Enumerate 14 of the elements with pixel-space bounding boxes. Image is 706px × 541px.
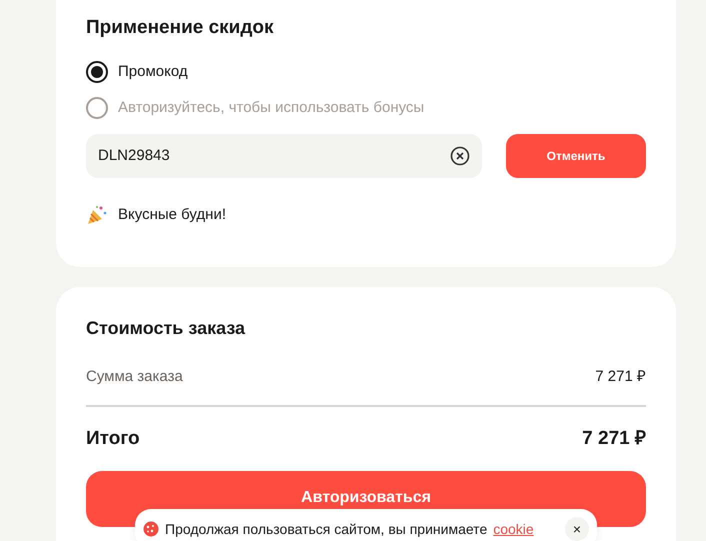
total-value: 7 271 ₽ bbox=[582, 426, 646, 450]
applied-promo-text: Вкусные будни! bbox=[118, 204, 226, 224]
promo-code-field[interactable]: DLN29843 bbox=[86, 134, 482, 178]
subtotal-label: Сумма заказа bbox=[86, 367, 183, 387]
total-label: Итого bbox=[86, 426, 140, 450]
cookie-icon bbox=[143, 521, 159, 537]
radio-option[interactable]: Промокод bbox=[86, 60, 188, 83]
section-title: Применение скидок bbox=[86, 16, 275, 40]
close-button[interactable]: × bbox=[565, 517, 589, 541]
section-title: Стоимость заказа bbox=[86, 317, 246, 340]
cancel-button[interactable]: Отменить bbox=[506, 134, 646, 178]
subtotal-value: 7 271 ₽ bbox=[595, 367, 646, 387]
party-popper-icon bbox=[86, 204, 108, 226]
clear-icon[interactable] bbox=[450, 146, 470, 166]
